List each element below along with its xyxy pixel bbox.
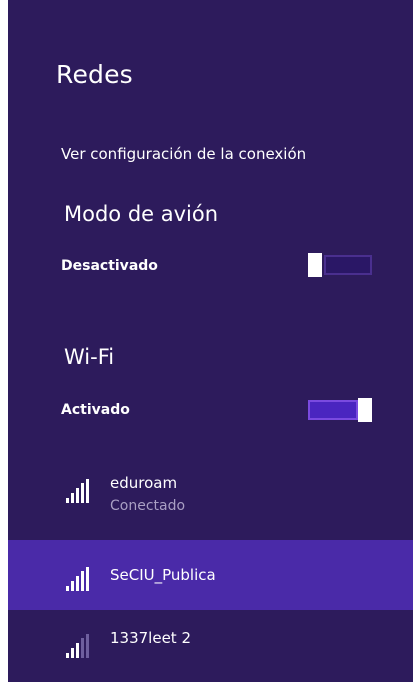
network-item-1337leet-2[interactable]: 1337leet 2 [8, 620, 413, 682]
wifi-toggle[interactable] [308, 398, 372, 422]
full-signal-icon [66, 479, 89, 503]
airplane-mode-title: Modo de avión [64, 202, 219, 226]
connection-settings-link[interactable]: Ver configuración de la conexión [61, 145, 306, 163]
airplane-mode-toggle[interactable] [308, 253, 372, 277]
partial-signal-icon [66, 634, 89, 658]
toggle-thumb [358, 398, 372, 422]
networks-panel: Redes Ver configuración de la conexión M… [8, 0, 413, 682]
full-signal-icon [66, 567, 89, 591]
network-name: 1337leet 2 [110, 629, 191, 647]
network-name: SeCIU_Publica [110, 566, 216, 584]
network-item-seciu-publica[interactable]: SeCIU_Publica [8, 540, 413, 610]
toggle-track [324, 255, 372, 275]
network-status: Conectado [110, 498, 186, 514]
airplane-mode-state: Desactivado [61, 258, 158, 274]
network-item-eduroam[interactable]: eduroam Conectado [8, 462, 413, 532]
wifi-title: Wi-Fi [64, 345, 115, 369]
wifi-state: Activado [61, 402, 130, 418]
page-title: Redes [56, 60, 133, 89]
toggle-track [308, 400, 358, 420]
network-name: eduroam [110, 474, 178, 492]
toggle-thumb [308, 253, 322, 277]
